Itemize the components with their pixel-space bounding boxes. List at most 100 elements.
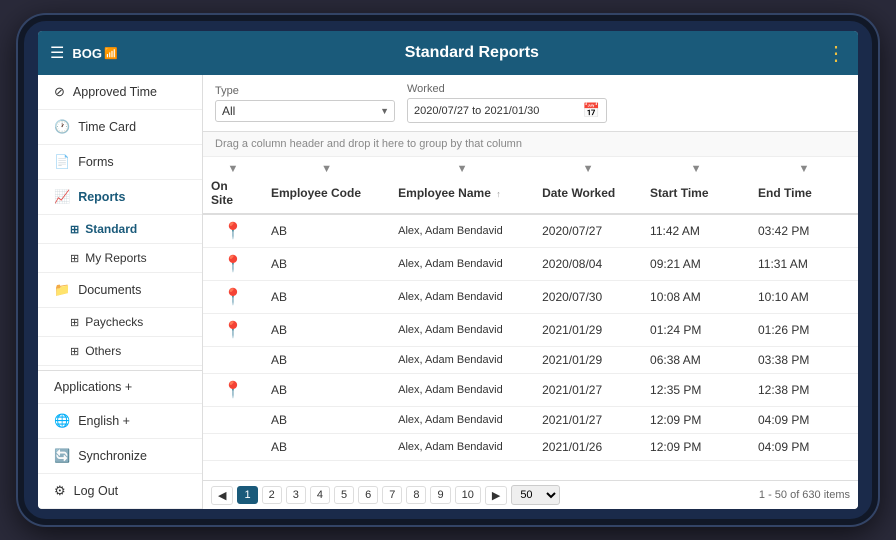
page-btn-1[interactable]: 1 [237, 486, 257, 504]
data-table-container[interactable]: ▼ ▼ ▼ ▼ ▼ ▼ OnSite Employee Code Employe… [203, 157, 858, 480]
cell-on-site-5: 📍 [203, 374, 263, 407]
sidebar-item-reports[interactable]: 📈 Reports [38, 180, 202, 215]
col-header-emp-code[interactable]: Employee Code [263, 177, 390, 214]
filter-on-site[interactable]: ▼ [203, 157, 263, 177]
sidebar-item-standard[interactable]: ⊞ Standard [38, 215, 202, 244]
my-reports-icon: ⊞ [70, 252, 79, 265]
cell-emp-code-3: AB [263, 314, 390, 347]
sidebar-label-my-reports: My Reports [85, 251, 146, 265]
app-logo: BOG [72, 46, 102, 61]
page-btn-2[interactable]: 2 [262, 486, 282, 504]
type-filter-label: Type [215, 85, 395, 97]
table-row: 📍 AB Alex, Adam Bendavid 2020/07/27 11:4… [203, 214, 858, 248]
main-content: Type All Worked 2020/07/27 to 2021/01/30… [203, 75, 858, 509]
table-row: 📍 AB Alex, Adam Bendavid 2021/01/27 12:3… [203, 374, 858, 407]
cell-end-2: 10:10 AM [750, 281, 858, 314]
sidebar-item-logout[interactable]: ⚙ Log Out [38, 474, 202, 509]
page-btn-4[interactable]: 4 [310, 486, 330, 504]
sidebar-item-my-reports[interactable]: ⊞ My Reports [38, 244, 202, 273]
sidebar-label-reports: Reports [78, 190, 125, 204]
sidebar-item-approved-time[interactable]: ⊘ Approved Time [38, 75, 202, 110]
type-select-wrapper[interactable]: All [215, 100, 395, 122]
filter-start-time[interactable]: ▼ [642, 157, 750, 177]
sidebar-label-synchronize: Synchronize [78, 449, 147, 463]
sidebar-label-others: Others [85, 344, 121, 358]
prev-page-button[interactable]: ◀ [211, 486, 233, 505]
table-filter-row: ▼ ▼ ▼ ▼ ▼ ▼ [203, 157, 858, 177]
cell-emp-code-4: AB [263, 347, 390, 374]
cell-date-5: 2021/01/27 [534, 374, 642, 407]
type-select[interactable]: All [215, 100, 395, 122]
sidebar-item-time-card[interactable]: 🕐 Time Card [38, 110, 202, 145]
overflow-menu-icon[interactable]: ⋮ [826, 41, 846, 66]
cell-emp-code-5: AB [263, 374, 390, 407]
col-header-on-site[interactable]: OnSite [203, 177, 263, 214]
page-btn-3[interactable]: 3 [286, 486, 306, 504]
date-range-input[interactable]: 2020/07/27 to 2021/01/30 📅 [407, 98, 607, 123]
sidebar-item-documents[interactable]: 📁 Documents [38, 273, 202, 308]
page-btn-8[interactable]: 8 [406, 486, 426, 504]
cell-date-3: 2021/01/29 [534, 314, 642, 347]
date-filter-group: Worked 2020/07/27 to 2021/01/30 📅 [407, 83, 607, 123]
sidebar-item-english[interactable]: 🌐 English + [38, 404, 202, 439]
sidebar-label-time-card: Time Card [78, 120, 136, 134]
cell-start-2: 10:08 AM [642, 281, 750, 314]
cell-emp-code-0: AB [263, 214, 390, 248]
cell-emp-name-2: Alex, Adam Bendavid [390, 281, 534, 314]
sidebar-item-others[interactable]: ⊞ Others [38, 337, 202, 366]
cell-on-site-7 [203, 434, 263, 461]
english-icon: 🌐 [54, 413, 70, 429]
page-btn-7[interactable]: 7 [382, 486, 402, 504]
location-pin-icon: 📍 [223, 289, 243, 306]
sidebar-label-paychecks: Paychecks [85, 315, 143, 329]
cell-emp-code-1: AB [263, 248, 390, 281]
sidebar-item-synchronize[interactable]: 🔄 Synchronize [38, 439, 202, 474]
filter-emp-code[interactable]: ▼ [263, 157, 390, 177]
cell-on-site-2: 📍 [203, 281, 263, 314]
per-page-select[interactable]: 50 100 [511, 485, 560, 505]
type-filter-group: Type All [215, 85, 395, 122]
items-info: 1 - 50 of 630 items [759, 489, 850, 501]
table-row: 📍 AB Alex, Adam Bendavid 2020/07/30 10:0… [203, 281, 858, 314]
cell-date-2: 2020/07/30 [534, 281, 642, 314]
sidebar-item-applications[interactable]: Applications + [38, 370, 202, 404]
filter-end-time[interactable]: ▼ [750, 157, 858, 177]
sidebar-item-forms[interactable]: 📄 Forms [38, 145, 202, 180]
page-btn-10[interactable]: 10 [455, 486, 481, 504]
filter-emp-name[interactable]: ▼ [390, 157, 534, 177]
cell-date-0: 2020/07/27 [534, 214, 642, 248]
drag-hint: Drag a column header and drop it here to… [203, 132, 858, 157]
col-header-end-time[interactable]: End Time [750, 177, 858, 214]
sidebar-label-english: English + [78, 414, 130, 428]
page-btn-5[interactable]: 5 [334, 486, 354, 504]
page-btn-6[interactable]: 6 [358, 486, 378, 504]
hamburger-icon[interactable]: ☰ [50, 43, 64, 63]
page-title: Standard Reports [118, 44, 826, 62]
cell-start-6: 12:09 PM [642, 407, 750, 434]
table-row: AB Alex, Adam Bendavid 2021/01/26 12:09 … [203, 434, 858, 461]
cell-emp-code-6: AB [263, 407, 390, 434]
cell-end-4: 03:38 PM [750, 347, 858, 374]
content-area: ⊘ Approved Time 🕐 Time Card 📄 Forms 📈 Re… [38, 75, 858, 509]
col-header-date-worked[interactable]: Date Worked [534, 177, 642, 214]
location-pin-icon: 📍 [223, 223, 243, 240]
location-pin-icon: 📍 [223, 322, 243, 339]
sidebar-item-paychecks[interactable]: ⊞ Paychecks [38, 308, 202, 337]
filter-date-worked[interactable]: ▼ [534, 157, 642, 177]
cell-emp-name-1: Alex, Adam Bendavid [390, 248, 534, 281]
table-body: 📍 AB Alex, Adam Bendavid 2020/07/27 11:4… [203, 214, 858, 461]
approved-time-icon: ⊘ [54, 84, 65, 100]
table-header-row: OnSite Employee Code Employee Name ↑ Dat… [203, 177, 858, 214]
next-page-button[interactable]: ▶ [485, 486, 507, 505]
calendar-icon[interactable]: 📅 [583, 102, 600, 119]
cell-date-6: 2021/01/27 [534, 407, 642, 434]
page-btn-9[interactable]: 9 [430, 486, 450, 504]
col-header-start-time[interactable]: Start Time [642, 177, 750, 214]
cell-date-1: 2020/08/04 [534, 248, 642, 281]
cell-start-3: 01:24 PM [642, 314, 750, 347]
cell-start-4: 06:38 AM [642, 347, 750, 374]
col-header-emp-name[interactable]: Employee Name ↑ [390, 177, 534, 214]
cell-end-5: 12:38 PM [750, 374, 858, 407]
sidebar: ⊘ Approved Time 🕐 Time Card 📄 Forms 📈 Re… [38, 75, 203, 509]
time-card-icon: 🕐 [54, 119, 70, 135]
